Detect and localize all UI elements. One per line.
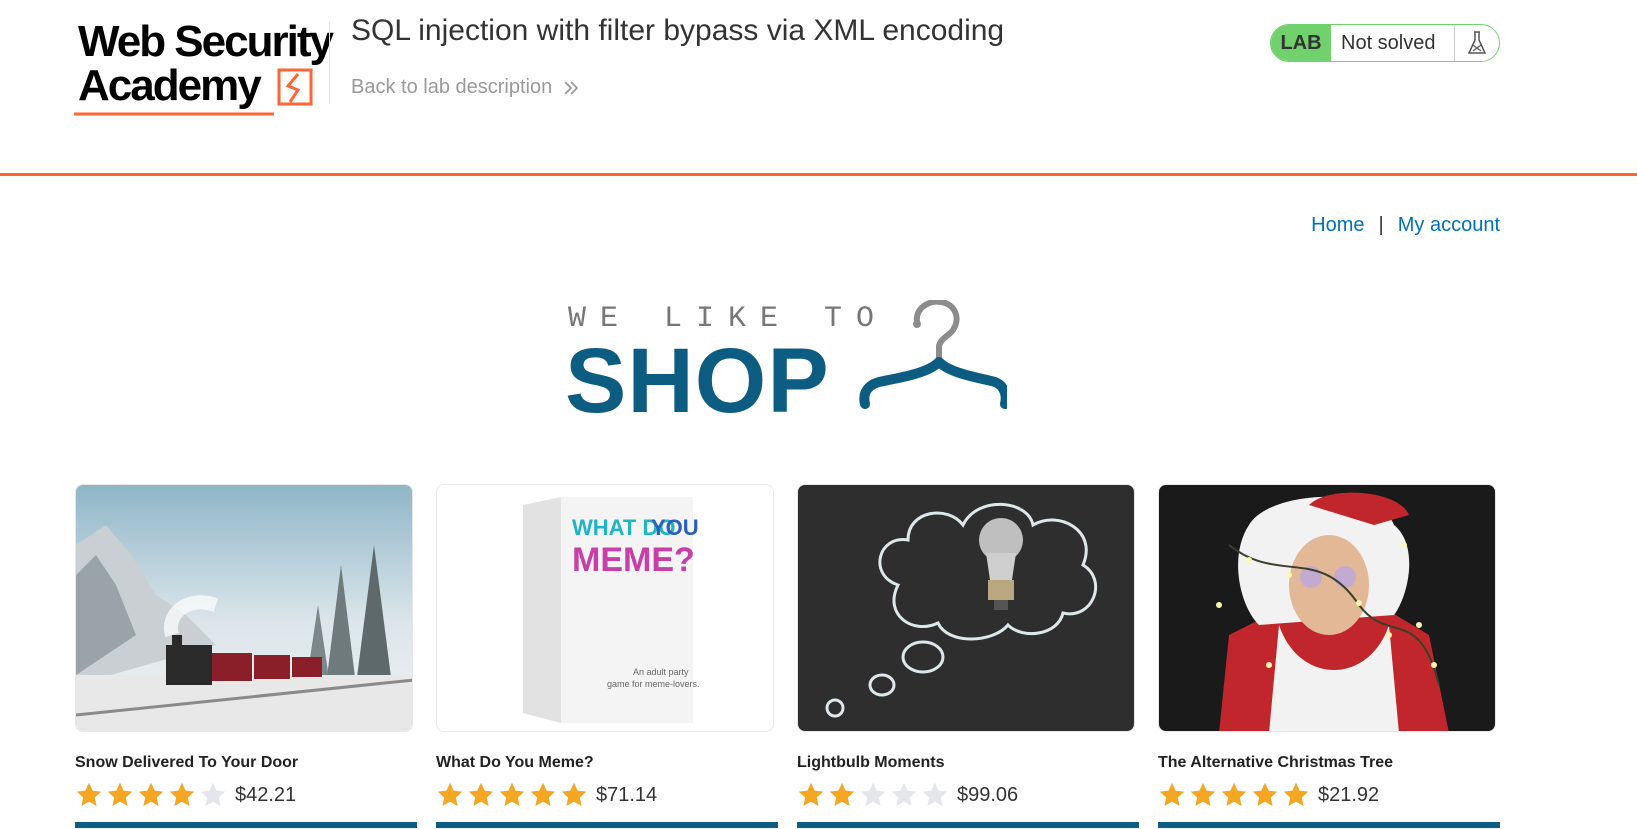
star-empty-icon bbox=[891, 782, 917, 806]
product-rating bbox=[797, 781, 949, 809]
snowy-train-photo[interactable] bbox=[75, 484, 413, 732]
banner-shop-title: SHOP bbox=[565, 330, 830, 432]
product-price: $21.92 bbox=[1318, 783, 1380, 806]
academy-header: Web Security Academy SQL injection with … bbox=[0, 0, 1637, 176]
product-meta: $71.14 bbox=[436, 780, 774, 810]
product-card[interactable]: Snow Delivered To Your Door $42.21 bbox=[75, 484, 417, 828]
product-rating bbox=[75, 781, 227, 809]
product-price: $71.14 bbox=[596, 783, 658, 806]
product-grid: Snow Delivered To Your Door $42.21 WHAT … bbox=[75, 484, 1505, 829]
box-text-line5: game for meme-lovers. bbox=[607, 679, 700, 689]
coat-hanger-icon bbox=[859, 300, 1007, 409]
product-card[interactable]: WHAT DO YOU MEME? An adult party game fo… bbox=[436, 484, 778, 828]
nav-separator: | bbox=[1378, 214, 1384, 236]
product-name[interactable]: The Alternative Christmas Tree bbox=[1158, 754, 1496, 772]
back-link-label: Back to lab description bbox=[351, 76, 553, 98]
star-empty-icon bbox=[922, 782, 948, 806]
product-meta: $21.92 bbox=[1158, 780, 1496, 810]
logo-underline-icon bbox=[74, 112, 274, 116]
home-link[interactable]: Home bbox=[1311, 214, 1364, 237]
lightbulb-chalkboard-photo[interactable] bbox=[797, 484, 1135, 732]
product-card[interactable]: Lightbulb Moments $99.06 bbox=[797, 484, 1139, 828]
star-filled-icon bbox=[798, 782, 824, 806]
web-security-academy-logo[interactable]: Web Security Academy bbox=[74, 18, 334, 116]
santa-lights-photo[interactable] bbox=[1158, 484, 1496, 732]
star-filled-icon bbox=[561, 782, 587, 806]
star-filled-icon bbox=[1159, 782, 1185, 806]
product-price: $99.06 bbox=[957, 783, 1019, 806]
box-text-line4: An adult party bbox=[633, 667, 689, 677]
star-filled-icon bbox=[1190, 782, 1216, 806]
star-filled-icon bbox=[138, 782, 164, 806]
star-empty-icon bbox=[860, 782, 886, 806]
star-filled-icon bbox=[437, 782, 463, 806]
star-filled-icon bbox=[829, 782, 855, 806]
star-filled-icon bbox=[107, 782, 133, 806]
star-filled-icon bbox=[1252, 782, 1278, 806]
product-name[interactable]: Lightbulb Moments bbox=[797, 754, 1135, 772]
lab-tag: LAB bbox=[1271, 25, 1331, 61]
logo-lightning-icon bbox=[277, 68, 313, 106]
star-empty-icon bbox=[200, 782, 226, 806]
lab-status-text: Not solved bbox=[1331, 25, 1454, 61]
star-filled-icon bbox=[530, 782, 556, 806]
my-account-link[interactable]: My account bbox=[1398, 214, 1500, 237]
lab-status-widget: LAB Not solved bbox=[1270, 24, 1500, 62]
product-card-bar bbox=[797, 822, 1139, 828]
product-rating bbox=[1158, 781, 1310, 809]
product-rating bbox=[436, 781, 588, 809]
star-filled-icon bbox=[169, 782, 195, 806]
back-to-lab-description-link[interactable]: Back to lab description bbox=[351, 76, 580, 99]
shop-banner: WE LIKE TO SHOP bbox=[565, 298, 1015, 432]
product-card-bar bbox=[1158, 822, 1500, 828]
product-card-bar bbox=[436, 822, 778, 828]
meme-card-box-photo[interactable]: WHAT DO YOU MEME? An adult party game fo… bbox=[436, 484, 774, 732]
product-card[interactable]: The Alternative Christmas Tree $21.92 bbox=[1158, 484, 1500, 828]
flask-icon bbox=[1454, 25, 1499, 61]
product-name[interactable]: What Do You Meme? bbox=[436, 754, 774, 772]
product-name[interactable]: Snow Delivered To Your Door bbox=[75, 754, 413, 772]
lab-title: SQL injection with filter bypass via XML… bbox=[351, 14, 1005, 47]
header-divider bbox=[329, 22, 330, 104]
box-text-line2: YOU bbox=[651, 515, 699, 540]
product-card-bar bbox=[75, 822, 417, 828]
star-filled-icon bbox=[76, 782, 102, 806]
logo-text-line1: Web Security bbox=[78, 17, 334, 66]
star-filled-icon bbox=[1283, 782, 1309, 806]
top-navigation: Home | My account bbox=[1311, 214, 1500, 237]
box-text-line3: MEME? bbox=[572, 541, 695, 579]
logo-text-line2: Academy bbox=[78, 61, 262, 110]
product-meta: $42.21 bbox=[75, 780, 413, 810]
star-filled-icon bbox=[499, 782, 525, 806]
star-filled-icon bbox=[1221, 782, 1247, 806]
double-chevron-right-icon bbox=[564, 80, 579, 95]
product-price: $42.21 bbox=[235, 783, 297, 806]
star-filled-icon bbox=[468, 782, 494, 806]
product-meta: $99.06 bbox=[797, 780, 1135, 810]
